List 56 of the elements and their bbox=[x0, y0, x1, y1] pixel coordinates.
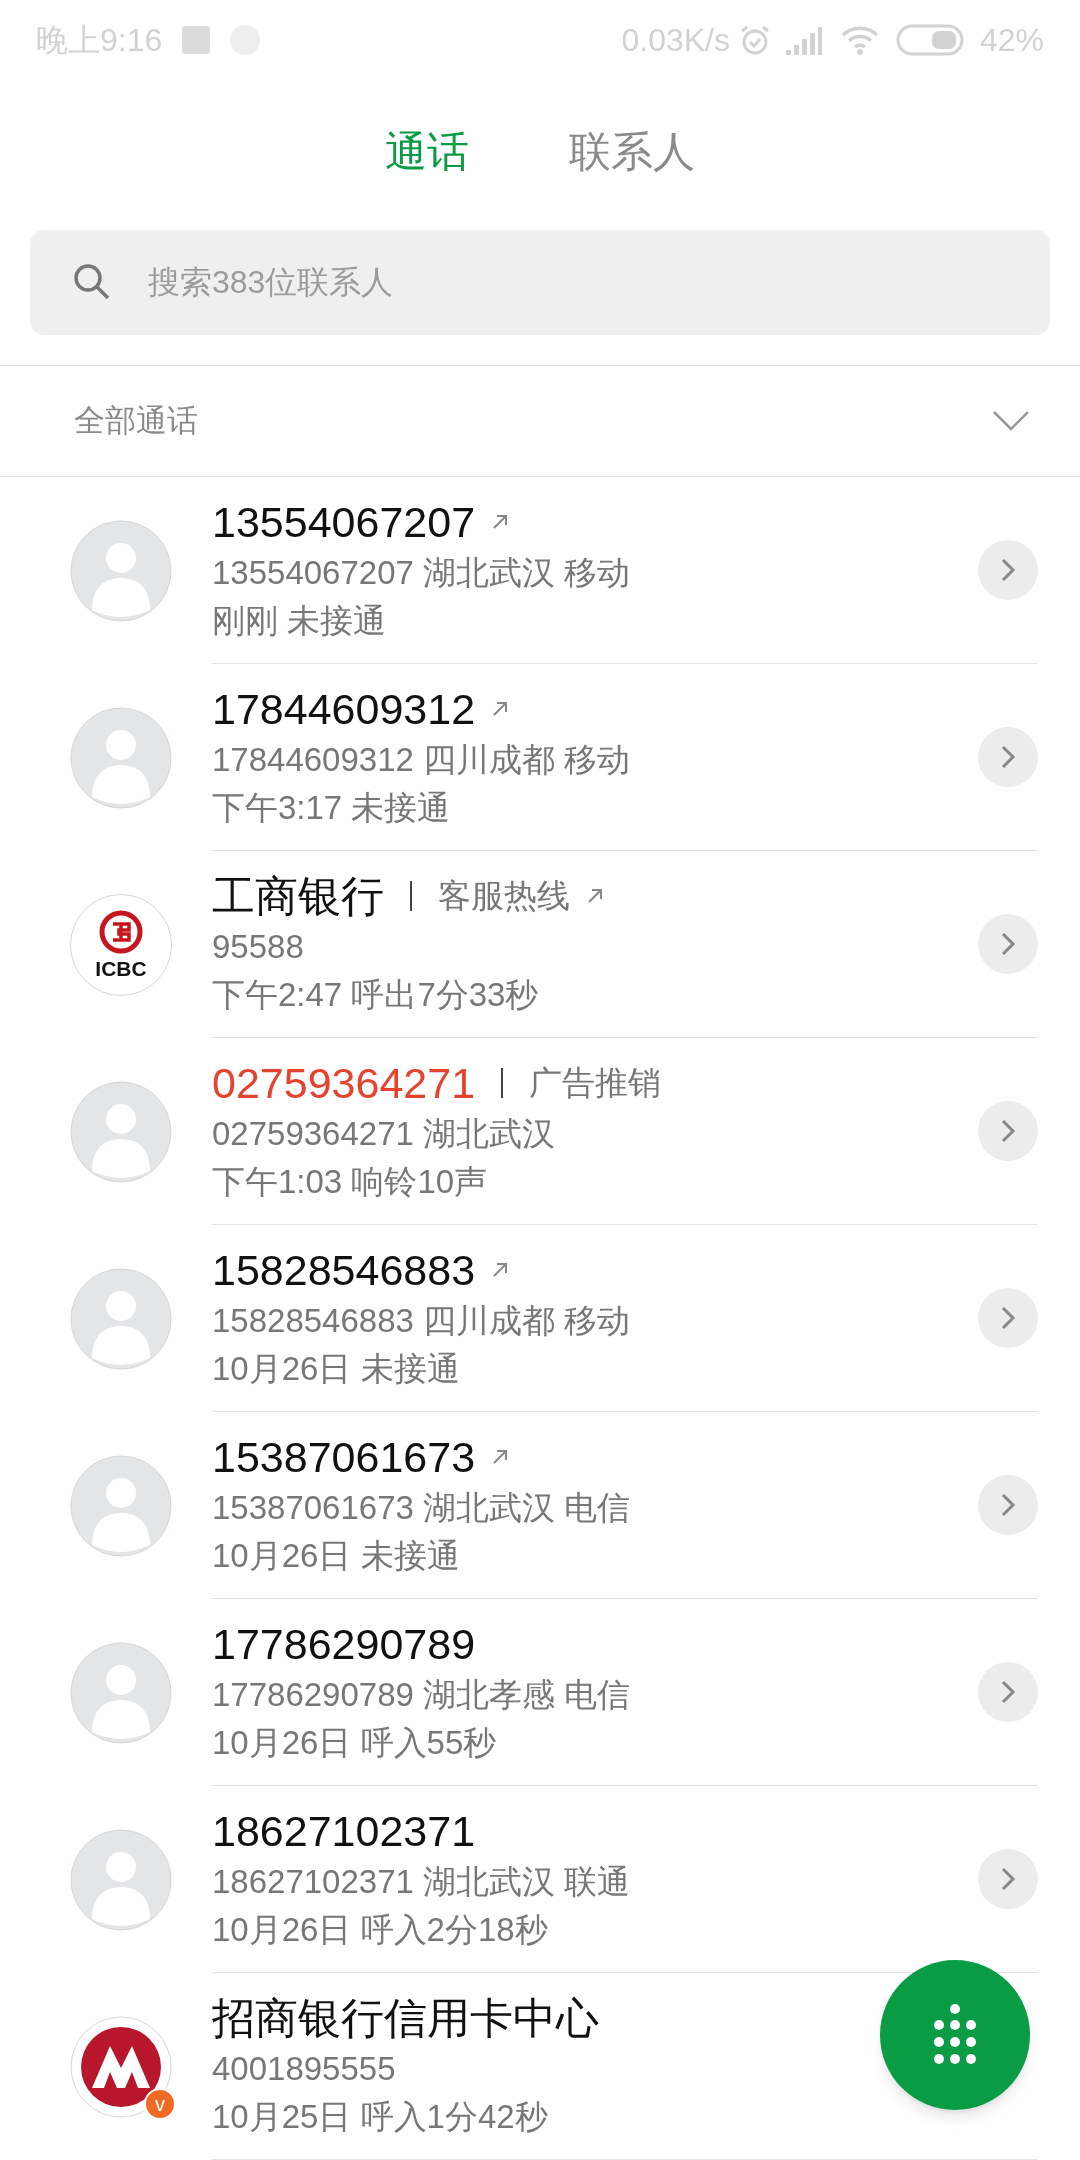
call-time: 10月26日 呼入2分18秒 bbox=[212, 1910, 549, 1950]
call-time: 下午2:47 呼出7分33秒 bbox=[212, 975, 540, 1015]
chevron-icon bbox=[1000, 931, 1016, 957]
logo-text: ICBC bbox=[95, 958, 147, 979]
call-detail: 13554067207 湖北武汉 移动 bbox=[212, 553, 632, 593]
call-detail: 17786290789 湖北孝感 电信 bbox=[212, 1675, 632, 1715]
wifi-icon bbox=[839, 24, 880, 56]
contact-tag: 广告推销 bbox=[529, 1058, 662, 1108]
contact-name: 13554067207 bbox=[212, 496, 476, 548]
chevron-icon bbox=[1000, 1866, 1016, 1892]
verified-badge: v bbox=[144, 2087, 176, 2120]
chevron-icon bbox=[1000, 557, 1016, 583]
app-icon bbox=[182, 26, 211, 54]
contact-name: 15828546883 bbox=[212, 1244, 476, 1296]
chevron-icon bbox=[1000, 1118, 1016, 1144]
call-detail: 02759364271 湖北武汉 bbox=[212, 1114, 557, 1154]
chevron-icon bbox=[1000, 1679, 1016, 1705]
contact-tag: 客服热线 bbox=[438, 871, 570, 921]
contact-name: 02759364271 bbox=[212, 1057, 476, 1109]
call-time: 10月26日 未接通 bbox=[212, 1349, 461, 1389]
chevron-icon bbox=[1000, 744, 1016, 770]
search-icon bbox=[72, 262, 112, 302]
avatar-icon bbox=[70, 706, 172, 809]
call-detail: 15387061673 湖北武汉 电信 bbox=[212, 1488, 632, 1528]
battery-icon bbox=[895, 23, 964, 57]
call-time: 10月26日 呼入55秒 bbox=[212, 1723, 498, 1763]
call-detail: 18627102371 湖北武汉 联通 bbox=[212, 1862, 632, 1902]
contact-name: 18627102371 bbox=[212, 1805, 476, 1857]
dropdown-chevron-icon[interactable] bbox=[992, 410, 1030, 432]
contact-name: 17844609312 bbox=[212, 683, 476, 735]
call-detail: 15828546883 四川成都 移动 bbox=[212, 1301, 632, 1341]
call-time: 10月26日 未接通 bbox=[212, 1536, 461, 1576]
chevron-icon bbox=[1000, 1492, 1016, 1518]
filter-label[interactable]: 全部通话 bbox=[74, 397, 198, 445]
coin-icon bbox=[99, 910, 143, 954]
call-time: 下午1:03 响铃10声 bbox=[212, 1162, 489, 1202]
contact-name: 招商银行信用卡中心 bbox=[212, 1992, 599, 2044]
avatar-icon bbox=[70, 1828, 172, 1931]
contact-name: 工商银行 bbox=[212, 870, 384, 922]
contact-name: 15387061673 bbox=[212, 1431, 476, 1483]
tab[interactable]: 通话 bbox=[385, 119, 469, 183]
call-time: 下午3:17 未接通 bbox=[212, 788, 452, 828]
avatar-icon bbox=[70, 519, 172, 622]
contact-name: 17786290789 bbox=[212, 1618, 476, 1670]
call-detail: 4001895555 bbox=[212, 2049, 397, 2089]
avatar-icon bbox=[70, 1267, 172, 1370]
call-detail: 95588 bbox=[212, 927, 305, 967]
avatar-icon bbox=[70, 1641, 172, 1744]
avatar-icon bbox=[70, 1454, 172, 1557]
avatar-icon bbox=[70, 1080, 172, 1183]
call-detail: 17844609312 四川成都 移动 bbox=[212, 740, 632, 780]
call-time: 10月25日 呼入1分42秒 bbox=[212, 2097, 549, 2137]
chevron-icon bbox=[1000, 1305, 1016, 1331]
search-field[interactable]: 搜索383位联系人 bbox=[30, 230, 1050, 335]
call-time: 刚刚 未接通 bbox=[212, 601, 388, 641]
tab[interactable]: 联系人 bbox=[569, 119, 695, 183]
